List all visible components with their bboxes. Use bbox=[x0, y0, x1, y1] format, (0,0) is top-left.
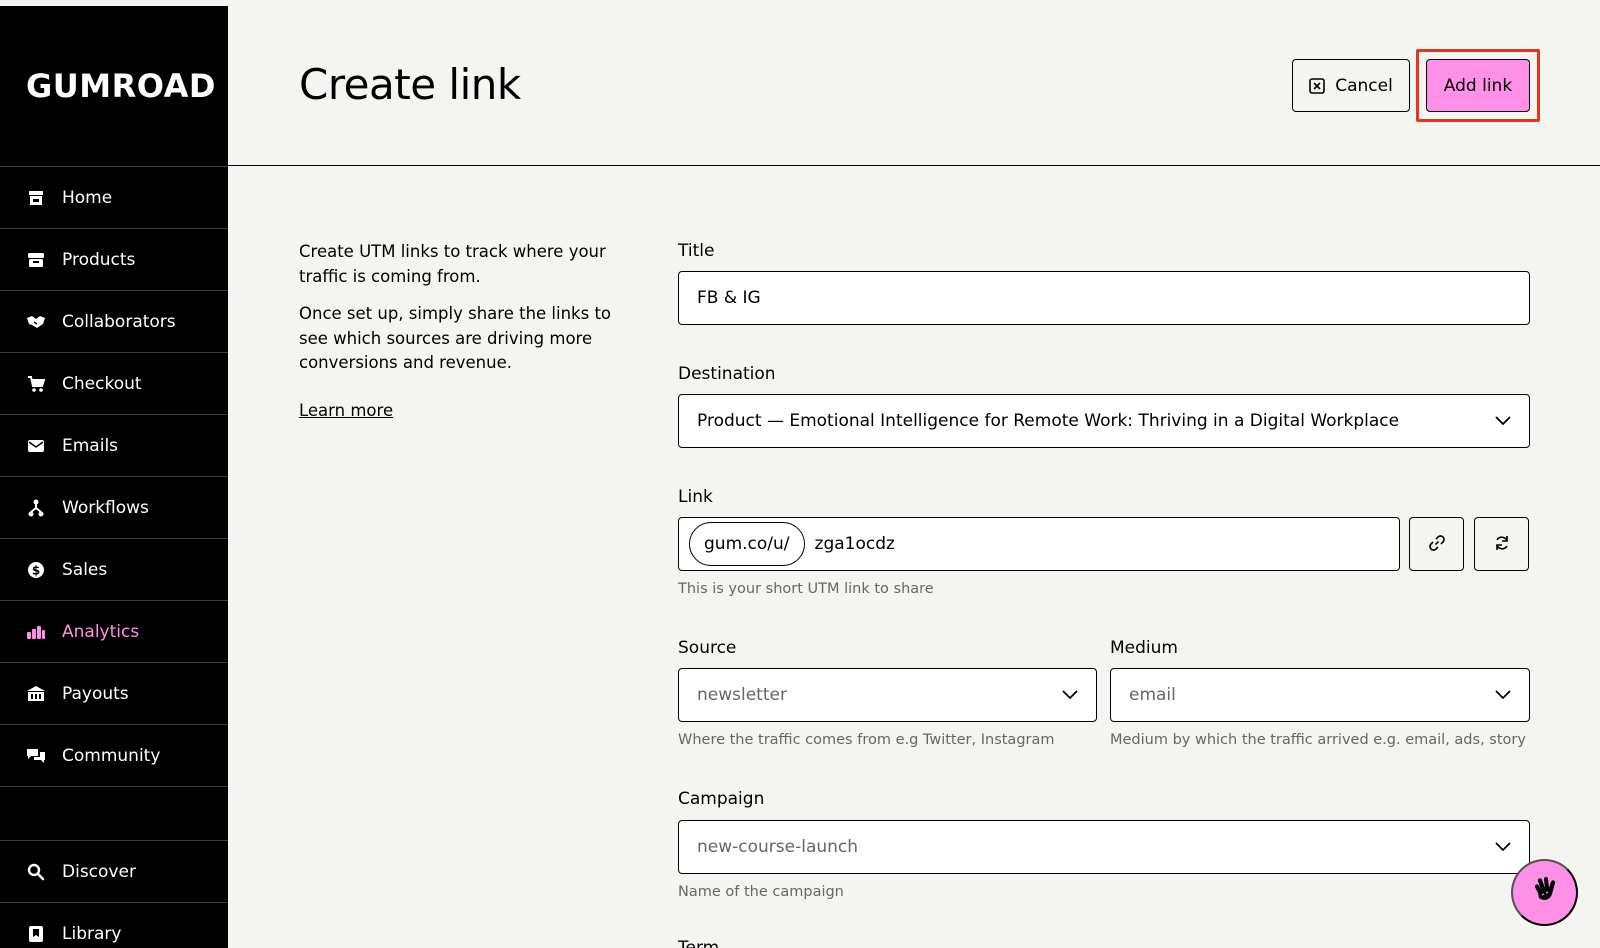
link-icon bbox=[1428, 534, 1446, 555]
medium-label: Medium bbox=[1110, 638, 1178, 658]
sidebar-item-label: Emails bbox=[62, 435, 119, 456]
add-link-button[interactable]: Add link bbox=[1426, 59, 1530, 112]
title-input[interactable]: FB & IG bbox=[678, 271, 1530, 325]
campaign-hint: Name of the campaign bbox=[678, 884, 844, 900]
archive-icon bbox=[26, 250, 46, 270]
regenerate-link-button[interactable] bbox=[1474, 517, 1529, 571]
hand-wave-icon bbox=[1529, 875, 1561, 910]
sidebar-item-checkout[interactable]: Checkout bbox=[0, 353, 228, 415]
intro-paragraph-1: Create UTM links to track where your tra… bbox=[299, 242, 606, 286]
handshake-icon bbox=[26, 312, 46, 332]
sidebar: GUMROAD Home Products Collaborators Chec… bbox=[0, 6, 228, 948]
bank-icon bbox=[26, 684, 46, 704]
medium-select[interactable]: email bbox=[1110, 668, 1530, 722]
help-button[interactable] bbox=[1511, 859, 1578, 926]
source-label: Source bbox=[678, 638, 737, 658]
link-prefix-pill: gum.co/u/ bbox=[689, 522, 805, 566]
link-label: Link bbox=[678, 487, 713, 507]
sidebar-item-library[interactable]: Library bbox=[0, 903, 228, 948]
gumroad-logo[interactable]: GUMROAD bbox=[0, 6, 228, 167]
destination-value: Product — Emotional Intelligence for Rem… bbox=[697, 411, 1400, 431]
sidebar-item-workflows[interactable]: Workflows bbox=[0, 477, 228, 539]
sidebar-item-label: Sales bbox=[62, 559, 108, 580]
chevron-down-icon bbox=[1062, 685, 1078, 705]
cancel-button[interactable]: Cancel bbox=[1292, 59, 1410, 112]
page-title: Create link bbox=[299, 60, 521, 109]
link-input-value: zga1ocdz bbox=[814, 534, 895, 554]
intro-paragraph-2: Once set up, simply share the links to s… bbox=[299, 304, 612, 372]
chat-bubbles-icon bbox=[26, 746, 46, 766]
chevron-down-icon bbox=[1495, 411, 1511, 431]
cart-icon bbox=[26, 374, 46, 394]
chevron-down-icon bbox=[1495, 685, 1511, 705]
medium-placeholder: email bbox=[1129, 685, 1176, 705]
sidebar-item-label: Workflows bbox=[62, 497, 149, 518]
intro-section: Create UTM links to track where your tra… bbox=[299, 240, 619, 423]
sidebar-item-label: Checkout bbox=[62, 373, 142, 394]
sidebar-item-emails[interactable]: Emails bbox=[0, 415, 228, 477]
close-box-icon bbox=[1309, 77, 1326, 94]
search-icon bbox=[26, 862, 46, 882]
learn-more-link[interactable]: Learn more bbox=[299, 399, 393, 424]
svg-text:$: $ bbox=[32, 563, 40, 577]
app-root: GUMROAD Home Products Collaborators Chec… bbox=[0, 0, 1600, 948]
medium-hint: Medium by which the traffic arrived e.g.… bbox=[1110, 732, 1526, 748]
sidebar-item-products[interactable]: Products bbox=[0, 229, 228, 291]
campaign-label: Campaign bbox=[678, 789, 765, 809]
destination-select[interactable]: Product — Emotional Intelligence for Rem… bbox=[678, 394, 1530, 448]
sidebar-item-payouts[interactable]: Payouts bbox=[0, 663, 228, 725]
sidebar-item-label: Library bbox=[62, 923, 122, 944]
title-input-value: FB & IG bbox=[697, 288, 761, 308]
campaign-placeholder: new-course-launch bbox=[697, 837, 859, 857]
workflow-icon bbox=[26, 498, 46, 518]
sidebar-item-label: Collaborators bbox=[62, 311, 176, 332]
logo-text: GUMROAD bbox=[26, 67, 216, 105]
source-hint: Where the traffic comes from e.g Twitter… bbox=[678, 732, 1055, 748]
destination-label: Destination bbox=[678, 364, 776, 384]
bar-chart-icon bbox=[26, 622, 46, 642]
page-header: Create link Cancel Add link bbox=[228, 0, 1600, 166]
source-placeholder: newsletter bbox=[697, 685, 787, 705]
refresh-icon bbox=[1493, 534, 1511, 555]
sidebar-item-sales[interactable]: $ Sales bbox=[0, 539, 228, 601]
sidebar-item-label: Analytics bbox=[62, 621, 140, 642]
title-label: Title bbox=[678, 241, 715, 261]
chevron-down-icon bbox=[1495, 837, 1511, 857]
sidebar-item-analytics[interactable]: Analytics bbox=[0, 601, 228, 663]
sidebar-item-label: Discover bbox=[62, 861, 136, 882]
campaign-select[interactable]: new-course-launch bbox=[678, 820, 1530, 874]
shop-icon bbox=[26, 188, 46, 208]
sidebar-item-community[interactable]: Community bbox=[0, 725, 228, 787]
bookmark-icon bbox=[26, 924, 46, 944]
envelope-icon bbox=[26, 436, 46, 456]
sidebar-item-label: Products bbox=[62, 249, 136, 270]
sidebar-item-label: Home bbox=[62, 187, 113, 208]
sidebar-item-label: Payouts bbox=[62, 683, 129, 704]
sidebar-item-label: Community bbox=[62, 745, 161, 766]
cancel-button-label: Cancel bbox=[1335, 75, 1393, 96]
term-label: Term bbox=[678, 938, 720, 948]
sidebar-item-discover[interactable]: Discover bbox=[0, 841, 228, 903]
sidebar-item-collaborators[interactable]: Collaborators bbox=[0, 291, 228, 353]
link-hint: This is your short UTM link to share bbox=[678, 581, 934, 597]
sidebar-spacer bbox=[0, 787, 228, 841]
copy-link-button[interactable] bbox=[1409, 517, 1464, 571]
dollar-circle-icon: $ bbox=[26, 560, 46, 580]
source-select[interactable]: newsletter bbox=[678, 668, 1097, 722]
sidebar-item-home[interactable]: Home bbox=[0, 167, 228, 229]
link-input[interactable]: gum.co/u/ zga1ocdz bbox=[678, 517, 1400, 571]
